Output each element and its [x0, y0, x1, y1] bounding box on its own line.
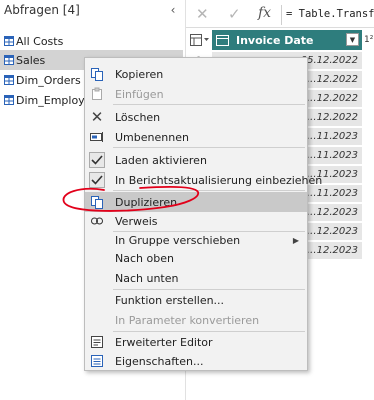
menu-item-label: Nach oben	[115, 251, 174, 265]
cancel-formula-icon[interactable]: ✕	[196, 5, 209, 23]
rename-icon	[89, 129, 105, 145]
menu-item-move-up[interactable]: Nach oben	[85, 248, 307, 268]
table-icon	[4, 36, 14, 46]
queries-title: Abfragen [4]	[4, 3, 80, 17]
properties-icon	[89, 353, 105, 369]
menu-separator	[113, 190, 305, 191]
menu-item-duplicate[interactable]: Duplizieren	[85, 192, 307, 212]
menu-item-rename[interactable]: Umbenennen	[85, 127, 307, 147]
menu-item-enable-load[interactable]: Laden aktivieren	[85, 150, 307, 170]
menu-item-advanced-editor[interactable]: Erweiterter Editor	[85, 332, 307, 352]
menu-item-properties[interactable]: Eigenschaften...	[85, 351, 307, 371]
table-menu-button[interactable]	[186, 30, 212, 50]
checkbox-checked-icon	[89, 172, 105, 188]
menu-item-label: In Berichtsaktualisierung einbeziehen	[115, 173, 323, 187]
context-menu: Kopieren Einfügen ✕ Löschen Umbenennen L…	[84, 57, 322, 371]
menu-item-label: Verweis	[115, 214, 158, 228]
menu-item-label: Nach unten	[115, 271, 179, 285]
menu-item-label: Umbenennen	[115, 130, 189, 144]
table-icon	[4, 55, 14, 65]
query-item-label: All Costs	[16, 34, 64, 48]
confirm-formula-icon[interactable]: ✓	[228, 5, 241, 23]
number-type-icon: 1²3	[364, 35, 374, 45]
queries-header: Abfragen [4] ‹	[0, 0, 186, 22]
menu-item-label: Funktion erstellen...	[115, 293, 225, 307]
table-icon	[4, 75, 14, 85]
query-item-label: Dim_Orders	[16, 73, 81, 87]
menu-item-label: Löschen	[115, 110, 161, 124]
advanced-editor-icon	[89, 334, 105, 350]
menu-item-label: Laden aktivieren	[115, 153, 207, 167]
menu-separator	[113, 147, 305, 148]
copy-icon	[89, 66, 105, 82]
date-type-icon	[216, 35, 229, 46]
menu-item-label: Duplizieren	[115, 195, 178, 209]
formula-bar: ✕ ✓ fx = Table.Transfo	[186, 0, 374, 28]
column-header-invoice-date[interactable]: Invoice Date ▼	[212, 30, 362, 50]
submenu-arrow-icon: ▶	[292, 235, 299, 245]
menu-item-reference[interactable]: Verweis	[85, 211, 307, 231]
checkbox-checked-icon	[89, 152, 105, 168]
menu-item-label: In Gruppe verschieben	[115, 233, 241, 247]
paste-icon	[89, 86, 105, 102]
menu-item-move-to-group[interactable]: In Gruppe verschieben ▶	[85, 230, 307, 250]
fx-icon[interactable]: fx	[258, 5, 271, 21]
menu-item-label: Kopieren	[115, 67, 164, 81]
menu-separator	[113, 104, 305, 105]
menu-item-include-refresh[interactable]: In Berichtsaktualisierung einbeziehen	[85, 170, 322, 190]
column-header-next[interactable]: 1²3	[362, 30, 374, 50]
menu-item-copy[interactable]: Kopieren	[85, 64, 307, 84]
duplicate-icon	[89, 194, 105, 210]
menu-item-label: Erweiterter Editor	[115, 335, 213, 349]
formula-separator	[281, 5, 282, 25]
menu-item-convert-parameter[interactable]: In Parameter konvertieren	[85, 310, 307, 330]
menu-item-paste[interactable]: Einfügen	[85, 84, 307, 104]
formula-input[interactable]: = Table.Transfo	[286, 8, 374, 20]
table-menu-icon	[190, 34, 209, 46]
menu-item-delete[interactable]: ✕ Löschen	[85, 107, 307, 127]
reference-icon	[89, 213, 105, 229]
collapse-pane-icon[interactable]: ‹	[166, 2, 180, 18]
menu-item-move-down[interactable]: Nach unten	[85, 268, 307, 288]
delete-icon: ✕	[90, 108, 104, 126]
query-item-all-costs[interactable]: All Costs	[0, 31, 183, 51]
filter-dropdown-icon[interactable]: ▼	[346, 33, 359, 46]
query-item-label: Sales	[16, 53, 46, 67]
menu-item-label: In Parameter konvertieren	[115, 313, 260, 327]
menu-item-label: Einfügen	[115, 87, 164, 101]
menu-item-create-function[interactable]: Funktion erstellen...	[85, 290, 307, 310]
column-header-label: Invoice Date	[236, 33, 314, 47]
menu-item-label: Eigenschaften...	[115, 354, 204, 368]
table-icon	[4, 95, 14, 105]
